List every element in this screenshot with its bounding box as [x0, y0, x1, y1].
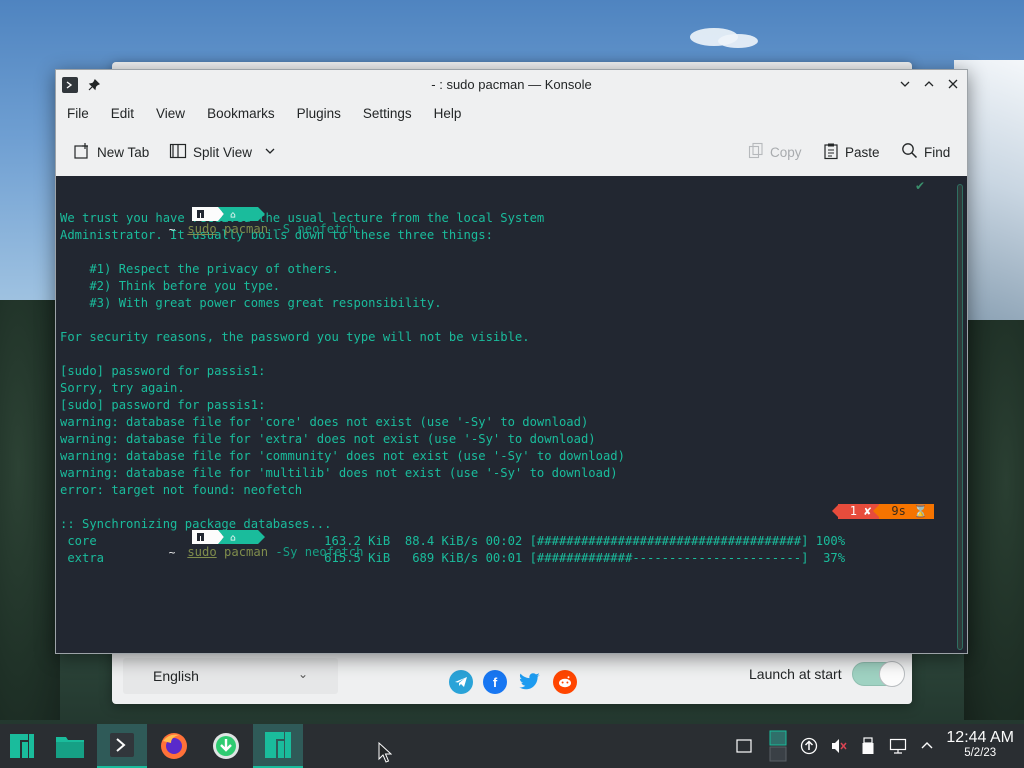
pager-icon[interactable] [768, 728, 788, 764]
twitter-icon[interactable] [518, 670, 542, 694]
search-icon [901, 142, 918, 162]
minimize-button[interactable] [897, 76, 913, 92]
maximize-button[interactable] [921, 76, 937, 92]
menu-view[interactable]: View [145, 103, 196, 127]
digital-clock[interactable]: 12:44 AM 5/2/23 [946, 729, 1014, 759]
launch-at-start-label: Launch at start [749, 666, 842, 682]
copy-icon [748, 142, 764, 163]
duration-text: 9s ⌛ [891, 504, 928, 518]
new-tab-button[interactable]: New Tab [73, 142, 149, 163]
menu-edit[interactable]: Edit [100, 103, 145, 127]
menu-file[interactable]: File [56, 103, 100, 127]
chevron-down-icon: ⌄ [297, 667, 308, 681]
application-launcher-icon[interactable] [0, 724, 44, 768]
split-view-button[interactable]: Split View [169, 142, 276, 163]
language-select[interactable]: English ⌄ [123, 658, 338, 694]
konsole-task-icon[interactable] [97, 724, 147, 768]
telegram-icon[interactable] [449, 670, 473, 694]
prompt-line: ⌂ ~ sudo pacman -Sy neofetch [60, 500, 845, 559]
command-pacman: pacman [224, 545, 269, 559]
svg-text:⌂: ⌂ [230, 534, 236, 544]
clock-time: 12:44 AM [946, 729, 1014, 746]
close-button[interactable] [945, 76, 961, 92]
facebook-icon[interactable]: f [483, 670, 507, 694]
menu-plugins[interactable]: Plugins [286, 103, 352, 127]
software-update-icon[interactable] [204, 724, 248, 768]
svg-text:⌂: ⌂ [230, 211, 236, 221]
command-sudo: sudo [187, 222, 217, 236]
terminal-line: error: target not found: neofetch [60, 483, 303, 497]
terminal-area[interactable]: ⌂ ~ sudo pacman -S neofetch We trust you … [56, 176, 967, 653]
taskbar: 12:44 AM 5/2/23 [0, 724, 1024, 768]
network-wired-icon[interactable] [888, 736, 908, 756]
terminal-line: #3) With great power comes great respons… [60, 296, 442, 310]
prompt-dir: ~ [168, 223, 176, 236]
paste-icon [823, 142, 839, 163]
language-select-value: English [153, 668, 199, 684]
terminal-output: ⌂ ~ sudo pacman -S neofetch We trust you … [60, 177, 845, 568]
command-args: -S neofetch [268, 222, 357, 236]
prompt-dir: ~ [168, 546, 176, 559]
command-args: -Sy neofetch [268, 545, 364, 559]
prompt-dir-segment: ⌂ [145, 193, 266, 221]
split-view-label: Split View [193, 145, 253, 160]
mouse-cursor-icon [378, 741, 393, 764]
manjaro-hello-task-icon[interactable] [253, 724, 303, 768]
command-pacman: pacman [224, 222, 269, 236]
prompt-status-badge: 1 ✘ 9s ⌛ [831, 504, 934, 519]
menu-bar: File Edit View Bookmarks Plugins Setting… [56, 103, 472, 127]
toolbar: New Tab Split View Copy Paste Find [56, 136, 967, 168]
menu-help[interactable]: Help [423, 103, 473, 127]
volume-muted-icon[interactable] [829, 736, 849, 756]
terminal-line: For security reasons, the password you t… [60, 330, 530, 344]
terminal-line: [sudo] password for passis1: [60, 398, 266, 412]
terminal-line: warning: database file for 'community' d… [60, 449, 625, 463]
chevron-down-icon [264, 145, 276, 160]
launch-at-start-toggle[interactable] [852, 661, 905, 687]
duration-badge: 9s ⌛ [873, 504, 934, 519]
terminal-line: #1) Respect the privacy of others. [60, 262, 339, 276]
reddit-icon[interactable] [553, 670, 577, 694]
update-notifier-icon[interactable] [799, 736, 819, 756]
file-manager-icon[interactable] [48, 724, 92, 768]
terminal-line: warning: database file for 'multilib' do… [60, 466, 618, 480]
terminal-line: Sorry, try again. [60, 381, 185, 395]
copy-button[interactable]: Copy [748, 142, 802, 163]
paste-button[interactable]: Paste [823, 142, 880, 163]
paste-label: Paste [845, 145, 880, 160]
clock-date: 5/2/23 [964, 747, 997, 759]
konsole-window: - : sudo pacman — Konsole File Edit View… [55, 69, 968, 654]
terminal-scrollbar[interactable] [957, 184, 963, 650]
chevron-up-icon[interactable] [917, 736, 937, 756]
find-button[interactable]: Find [901, 142, 950, 162]
terminal-line: warning: database file for 'extra' does … [60, 432, 596, 446]
show-desktop-icon[interactable] [734, 736, 754, 756]
window-title: - : sudo pacman — Konsole [431, 77, 592, 92]
terminal-output-block-1: We trust you have received the usual lec… [60, 194, 845, 500]
menu-bookmarks[interactable]: Bookmarks [196, 103, 286, 127]
exit-code-text: 1 ✘ [849, 504, 872, 518]
prompt-line: ⌂ ~ sudo pacman -S neofetch [60, 177, 845, 236]
terminal-line: [sudo] password for passis1: [60, 364, 266, 378]
prompt-dir-segment: ⌂ [145, 516, 266, 544]
firefox-icon[interactable] [152, 724, 196, 768]
terminal-line: #2) Think before you type. [60, 279, 281, 293]
new-tab-icon [73, 142, 91, 163]
find-label: Find [924, 144, 951, 160]
copy-label: Copy [770, 145, 802, 160]
usb-device-icon[interactable] [858, 736, 878, 756]
new-tab-label: New Tab [97, 145, 150, 160]
titlebar[interactable]: - : sudo pacman — Konsole [56, 70, 967, 100]
command-sudo: sudo [187, 545, 217, 559]
menu-settings[interactable]: Settings [352, 103, 423, 127]
split-view-icon [169, 142, 187, 163]
success-check-icon: ✔ [914, 179, 925, 193]
terminal-line: warning: database file for 'core' does n… [60, 415, 589, 429]
